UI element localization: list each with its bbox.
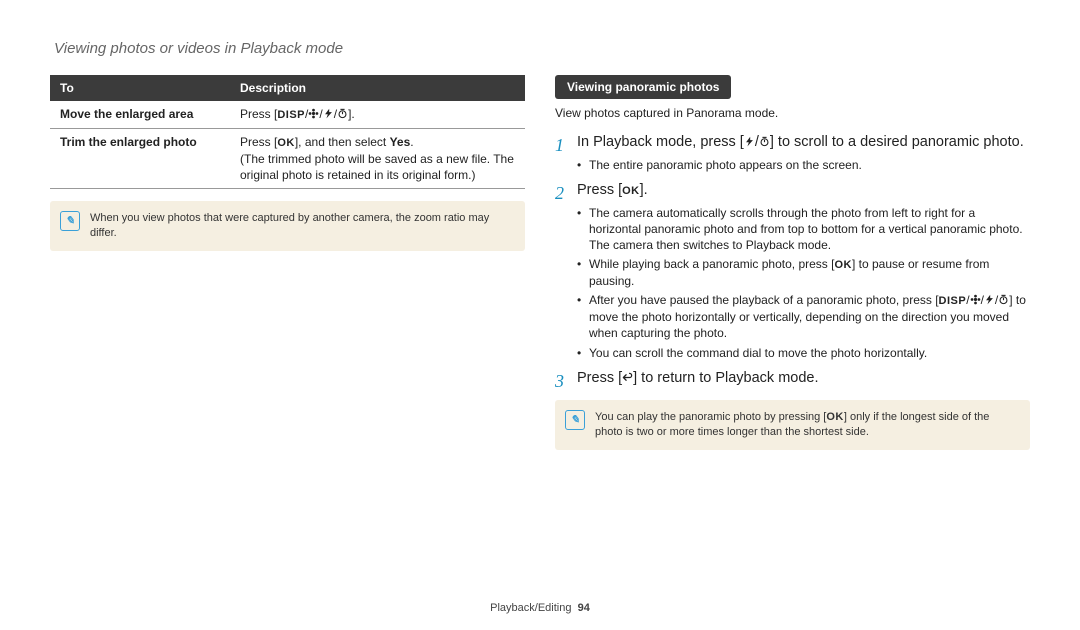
row-label: Move the enlarged area xyxy=(50,101,230,128)
list-item: The camera automatically scrolls through… xyxy=(577,205,1030,254)
page-footer: Playback/Editing 94 xyxy=(0,602,1080,614)
row-desc: Press [DISP///]. xyxy=(230,101,525,128)
sub-list: The camera automatically scrolls through… xyxy=(577,205,1030,361)
ok-button-label: OK xyxy=(834,259,852,271)
disp-button-label: DISP xyxy=(277,109,305,121)
ok-button-label: OK xyxy=(622,185,640,197)
step-3: Press [ ] to return to Playback mode. xyxy=(555,369,1030,389)
timer-icon xyxy=(998,294,1009,305)
text: You can play the panoramic photo by pres… xyxy=(595,411,826,423)
flash-icon xyxy=(984,294,995,305)
two-column-layout: To Description Move the enlarged area Pr… xyxy=(50,75,1030,450)
text: While playing back a panoramic photo, pr… xyxy=(589,257,834,271)
row-label: Trim the enlarged photo xyxy=(50,129,230,189)
flash-icon xyxy=(323,108,334,119)
disp-button-label: DISP xyxy=(939,295,967,307)
row-desc: Press [OK], and then select Yes. (The tr… xyxy=(230,129,525,189)
manual-page: Viewing photos or videos in Playback mod… xyxy=(0,0,1080,630)
footer-page-number: 94 xyxy=(578,602,590,614)
flash-icon xyxy=(744,136,755,147)
footer-section: Playback/Editing xyxy=(490,602,571,614)
table-row: Trim the enlarged photo Press [OK], and … xyxy=(50,129,525,189)
note-box: ✎ You can play the panoramic photo by pr… xyxy=(555,400,1030,450)
step-2: Press [OK]. The camera automatically scr… xyxy=(555,181,1030,361)
ok-button-label: OK xyxy=(826,411,844,423)
note-icon: ✎ xyxy=(565,410,585,430)
text: In Playback mode, press [ xyxy=(577,134,744,150)
subsection-heading: Viewing panoramic photos xyxy=(555,75,731,99)
timer-icon xyxy=(337,108,348,119)
text: ] to return to Playback mode. xyxy=(633,370,818,386)
table-row: Move the enlarged area Press [DISP///]. xyxy=(50,101,525,128)
text: Press [ xyxy=(577,182,622,198)
th-to: To xyxy=(50,75,230,101)
text: ] to scroll to a desired panoramic photo… xyxy=(770,134,1024,150)
section-title: Viewing photos or videos in Playback mod… xyxy=(54,40,1030,57)
text: After you have paused the playback of a … xyxy=(589,293,939,307)
left-column: To Description Move the enlarged area Pr… xyxy=(50,75,525,450)
text: Press [ xyxy=(240,135,277,149)
right-column: Viewing panoramic photos View photos cap… xyxy=(555,75,1030,450)
list-item: While playing back a panoramic photo, pr… xyxy=(577,256,1030,289)
return-icon xyxy=(622,372,633,383)
flower-icon xyxy=(970,294,981,305)
intro-text: View photos captured in Panorama mode. xyxy=(555,105,1030,121)
action-table: To Description Move the enlarged area Pr… xyxy=(50,75,525,189)
text: Press [ xyxy=(240,107,277,121)
timer-icon xyxy=(759,136,770,147)
steps-list: In Playback mode, press [/] to scroll to… xyxy=(555,133,1030,388)
note-icon: ✎ xyxy=(60,211,80,231)
text: (The trimmed photo will be saved as a ne… xyxy=(240,152,514,182)
text: ]. xyxy=(640,182,648,198)
text: ]. xyxy=(348,107,355,121)
text: . xyxy=(410,135,413,149)
list-item: The entire panoramic photo appears on th… xyxy=(577,157,1030,173)
list-item: You can scroll the command dial to move … xyxy=(577,345,1030,361)
step-1: In Playback mode, press [/] to scroll to… xyxy=(555,133,1030,173)
sub-list: The entire panoramic photo appears on th… xyxy=(577,157,1030,173)
ok-button-label: OK xyxy=(277,137,295,149)
flower-icon xyxy=(308,108,319,119)
note-text: When you view photos that were captured … xyxy=(90,212,489,239)
text-bold: Yes xyxy=(390,135,411,149)
th-description: Description xyxy=(230,75,525,101)
text: Press [ xyxy=(577,370,622,386)
text: ], and then select xyxy=(295,135,390,149)
list-item: After you have paused the playback of a … xyxy=(577,292,1030,341)
note-box: ✎ When you view photos that were capture… xyxy=(50,201,525,251)
